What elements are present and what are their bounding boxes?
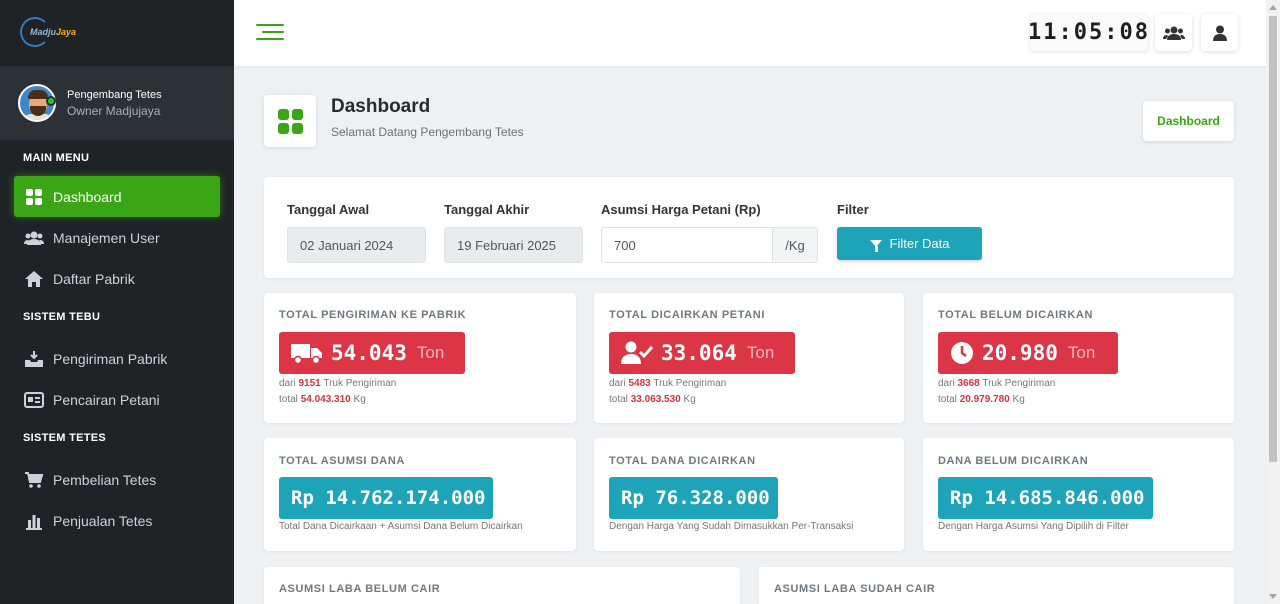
stat-detail: dari 3668 Truk Pengiriman total 20.979.7… bbox=[938, 378, 1056, 405]
online-status-dot bbox=[46, 96, 56, 106]
scroll-up-arrow-icon[interactable] bbox=[1269, 5, 1277, 10]
stat-value-pill: Rp 76.328.000 bbox=[609, 477, 778, 519]
sidebar-item-label: Pencairan Petani bbox=[53, 391, 160, 408]
sidebar-item-pengiriman-pabrik[interactable]: Pengiriman Pabrik bbox=[0, 338, 234, 379]
start-date-input[interactable]: 02 Januari 2024 bbox=[287, 227, 426, 263]
dashboard-grid-icon bbox=[264, 95, 316, 147]
stat-value-pill: 54.043 Ton bbox=[279, 332, 465, 374]
user-check-icon bbox=[621, 341, 653, 365]
clock-icon bbox=[950, 341, 974, 365]
stat-title: TOTAL ASUMSI DANA bbox=[279, 455, 405, 467]
bar-chart-icon bbox=[24, 512, 44, 530]
price-label: Asumsi Harga Petani (Rp) bbox=[601, 202, 761, 217]
inbox-download-icon bbox=[24, 350, 44, 368]
price-input[interactable]: 700 bbox=[601, 227, 773, 263]
sidebar: MadjuJaya Pengembang Tetes Owner Madjuja… bbox=[0, 0, 234, 604]
grid-icon bbox=[24, 188, 44, 206]
users-icon bbox=[24, 229, 44, 247]
stat-title: ASUMSI LABA BELUM CAIR bbox=[279, 583, 441, 595]
start-date-label: Tanggal Awal bbox=[287, 202, 370, 217]
id-card-icon bbox=[24, 391, 44, 409]
stat-title: TOTAL DANA DICAIRKAN bbox=[609, 455, 756, 467]
user-icon bbox=[1212, 25, 1227, 41]
scroll-down-arrow-icon[interactable] bbox=[1269, 594, 1277, 599]
page-scrollbar[interactable] bbox=[1266, 0, 1280, 604]
sidebar-item-label: Pembelian Tetes bbox=[53, 471, 157, 488]
page-subtitle: Selamat Datang Pengembang Tetes bbox=[331, 125, 524, 139]
sidebar-item-penjualan-tetes[interactable]: Penjualan Tetes bbox=[0, 500, 234, 541]
users-button[interactable] bbox=[1155, 14, 1192, 51]
end-date-label: Tanggal Akhir bbox=[444, 202, 530, 217]
stat-value-pill: 33.064 Ton bbox=[609, 332, 795, 374]
menu-toggle-icon[interactable] bbox=[256, 22, 284, 42]
section-sistem-tetes: SISTEM TETES bbox=[23, 432, 107, 444]
sidebar-item-daftar-pabrik[interactable]: Daftar Pabrik bbox=[0, 258, 234, 299]
home-icon bbox=[24, 270, 44, 288]
breadcrumb-dashboard[interactable]: Dashboard bbox=[1143, 101, 1234, 141]
sidebar-item-label: Dashboard bbox=[53, 188, 122, 205]
section-main-menu: MAIN MENU bbox=[23, 152, 90, 164]
filter-label: Filter bbox=[837, 202, 869, 217]
filter-funnel-icon bbox=[869, 240, 882, 252]
user-role: Owner Madjujaya bbox=[67, 103, 161, 118]
sidebar-item-pembelian-tetes[interactable]: Pembelian Tetes bbox=[0, 459, 234, 500]
scroll-thumb[interactable] bbox=[1269, 16, 1277, 462]
stat-detail: dari 9151 Truk Pengiriman total 54.043.3… bbox=[279, 378, 397, 405]
stat-title: ASUMSI LABA SUDAH CAIR bbox=[774, 583, 936, 595]
cart-icon bbox=[24, 471, 44, 489]
stat-title: TOTAL BELUM DICAIRKAN bbox=[938, 309, 1093, 321]
section-sistem-tebu: SISTEM TEBU bbox=[23, 311, 101, 323]
sidebar-item-label: Penjualan Tetes bbox=[53, 512, 153, 529]
brand-logo[interactable]: MadjuJaya bbox=[0, 0, 234, 66]
stat-title: TOTAL PENGIRIMAN KE PABRIK bbox=[279, 309, 467, 321]
stat-note: Dengan Harga Yang Sudah Dimasukkan Per-T… bbox=[609, 521, 854, 532]
sidebar-item-manajemen-user[interactable]: Manajemen User bbox=[0, 217, 234, 258]
end-date-input[interactable]: 19 Februari 2025 bbox=[444, 227, 583, 263]
price-unit-addon: /Kg bbox=[772, 227, 818, 263]
stat-detail: dari 5483 Truk Pengiriman total 33.063.5… bbox=[609, 378, 727, 405]
stat-value-pill: Rp 14.685.846.000 bbox=[938, 477, 1153, 519]
stat-note: Total Dana Dicairkaan + Asumsi Dana Belu… bbox=[279, 521, 523, 532]
sidebar-item-label: Pengiriman Pabrik bbox=[53, 350, 168, 367]
stat-note: Dengan Harga Asumsi Yang Dipilih di Filt… bbox=[938, 521, 1129, 532]
filter-data-button[interactable]: Filter Data bbox=[837, 227, 982, 260]
sidebar-item-dashboard[interactable]: Dashboard bbox=[14, 176, 220, 217]
page-title: Dashboard bbox=[331, 96, 431, 117]
profile-button[interactable] bbox=[1201, 14, 1238, 51]
topbar: 11:05:08 bbox=[234, 0, 1266, 66]
truck-icon bbox=[291, 342, 323, 364]
digital-clock: 11:05:08 bbox=[1028, 14, 1148, 51]
sidebar-item-label: Manajemen User bbox=[53, 229, 160, 246]
stat-title: DANA BELUM DICAIRKAN bbox=[938, 455, 1089, 467]
sidebar-item-pencairan-petani[interactable]: Pencairan Petani bbox=[0, 379, 234, 420]
logo-mark: MadjuJaya bbox=[20, 15, 76, 51]
stat-title: TOTAL DICAIRKAN PETANI bbox=[609, 309, 765, 321]
user-name: Pengembang Tetes bbox=[67, 88, 162, 101]
users-icon bbox=[1162, 26, 1185, 40]
user-panel: Pengembang Tetes Owner Madjujaya bbox=[0, 66, 234, 140]
sidebar-item-label: Daftar Pabrik bbox=[53, 270, 135, 287]
stat-value-pill: 20.980 Ton bbox=[938, 332, 1118, 374]
stat-value-pill: Rp 14.762.174.000 bbox=[279, 477, 493, 519]
